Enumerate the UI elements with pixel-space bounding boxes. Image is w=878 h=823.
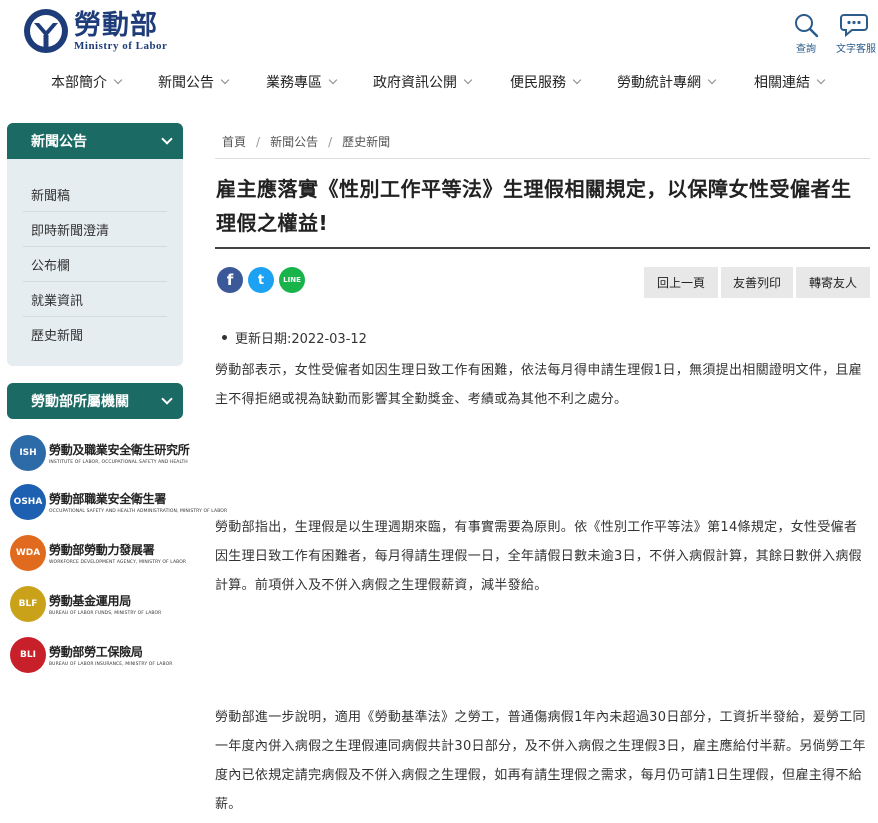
agency-link-wda[interactable]: WDA 勞動部勞動力發展署 WORKFORCE DEVELOPMENT AGEN… — [10, 534, 186, 572]
agency-name-en: INSTITUTE OF LABOR, OCCUPATIONAL SAFETY … — [49, 460, 188, 465]
nav-item-news[interactable]: 新聞公告 — [158, 72, 230, 92]
text-service-button[interactable]: 文字客服 — [834, 12, 878, 55]
chevron-down-icon — [113, 75, 123, 85]
twitter-icon: t — [257, 272, 265, 288]
chevron-down-icon — [816, 75, 826, 85]
agency-link-osha[interactable]: OSHA 勞動部職業安全衛生署 OCCUPATIONAL SAFETY AND … — [10, 483, 227, 521]
blf-logo-icon: BLF — [10, 586, 46, 622]
wda-logo-icon: WDA — [10, 535, 46, 571]
nav-item-gov-info[interactable]: 政府資訊公開 — [373, 72, 473, 92]
print-button[interactable]: 友善列印 — [721, 267, 793, 298]
logo-title-en: Ministry of Labor — [74, 39, 168, 52]
article-paragraph: 勞動部表示，女性受僱者如因生理日致工作有困難，依法每月得申請生理假1日，無須提出… — [215, 363, 862, 407]
agency-name: 勞動及職業安全衛生研究所 — [49, 443, 190, 457]
chevron-down-icon — [220, 75, 230, 85]
agency-link-ilosh[interactable]: ISH 勞動及職業安全衛生研究所 INSTITUTE OF LABOR, OCC… — [10, 434, 190, 472]
agency-name: 勞動部勞動力發展署 — [49, 543, 155, 557]
chevron-down-icon — [328, 75, 338, 85]
breadcrumb-separator: / — [328, 134, 333, 149]
update-date: 更新日期:2022-03-12 — [222, 328, 367, 347]
breadcrumb-history[interactable]: 歷史新聞 — [342, 133, 390, 150]
back-button[interactable]: 回上一頁 — [644, 267, 718, 298]
title-divider — [215, 247, 870, 249]
site-logo[interactable]: 勞動部 Ministry of Labor — [22, 6, 192, 56]
sidebar-agencies-menu: 勞動部所屬機關 — [7, 383, 183, 419]
line-icon: LINE — [283, 276, 301, 284]
agency-name: 勞動基金運用局 — [49, 594, 131, 608]
ilosh-logo-icon: ISH — [10, 435, 46, 471]
agency-link-bli[interactable]: BLI 勞動部勞工保險局 BUREAU OF LABOR INSURANCE, … — [10, 636, 182, 674]
agency-name-en: WORKFORCE DEVELOPMENT AGENCY, MINISTRY O… — [49, 560, 187, 565]
sidebar-item-employment[interactable]: 就業資訊 — [23, 282, 167, 317]
sidebar-item-history[interactable]: 歷史新聞 — [23, 317, 167, 352]
bli-logo-icon: BLI — [10, 637, 46, 673]
breadcrumb: 首頁 / 新聞公告 / 歷史新聞 — [222, 133, 390, 150]
chevron-down-icon — [161, 392, 173, 405]
agency-name-en: BUREAU OF LABOR INSURANCE, MINISTRY OF L… — [49, 662, 173, 667]
search-label: 查詢 — [796, 44, 816, 55]
search-button[interactable]: 查詢 — [786, 12, 826, 55]
breadcrumb-separator: / — [256, 134, 261, 149]
main-navigation: 本部簡介 新聞公告 業務專區 政府資訊公開 便民服務 勞動統計專網 相關連結 — [0, 72, 878, 100]
breadcrumb-news[interactable]: 新聞公告 — [270, 133, 318, 150]
nav-item-services[interactable]: 便民服務 — [510, 72, 582, 92]
logo-title-zh: 勞動部 — [74, 9, 158, 41]
nav-item-about[interactable]: 本部簡介 — [51, 72, 123, 92]
agency-name-en: OCCUPATIONAL SAFETY AND HEALTH ADMINISTR… — [49, 509, 228, 514]
article-paragraph: 勞動部指出，生理假是以生理週期來臨，有事實需要為原則。依《性別工作平等法》第14… — [215, 520, 862, 593]
twitter-share-button[interactable]: t — [248, 267, 274, 293]
chevron-down-icon — [463, 75, 473, 85]
agency-name: 勞動部職業安全衛生署 — [49, 492, 167, 506]
page-title: 雇主應落實《性別工作平等法》生理假相關規定，以保障女性受僱者生理假之權益! — [216, 177, 852, 235]
sidebar-news-header[interactable]: 新聞公告 — [7, 123, 183, 159]
search-icon — [795, 14, 819, 38]
chevron-down-icon — [572, 75, 582, 85]
agency-name: 勞動部勞工保險局 — [49, 645, 143, 659]
nav-item-links[interactable]: 相關連結 — [754, 72, 826, 92]
sidebar-item-bulletin[interactable]: 公布欄 — [23, 247, 167, 282]
sidebar-news-menu: 新聞公告 新聞稿 即時新聞澄清 公布欄 就業資訊 歷史新聞 — [7, 123, 183, 366]
chevron-down-icon — [161, 132, 173, 145]
sidebar-item-clarification[interactable]: 即時新聞澄清 — [23, 212, 167, 247]
sidebar-item-press-release[interactable]: 新聞稿 — [23, 177, 167, 212]
nav-item-business[interactable]: 業務專區 — [266, 72, 338, 92]
facebook-share-button[interactable]: f — [217, 267, 243, 293]
chevron-down-icon — [707, 75, 717, 85]
osha-logo-icon: OSHA — [10, 484, 46, 520]
facebook-icon: f — [226, 271, 234, 289]
agency-link-blf[interactable]: BLF 勞動基金運用局 BUREAU OF LABOR FUNDS, MINIS… — [10, 585, 182, 623]
line-share-button[interactable]: LINE — [279, 267, 305, 293]
breadcrumb-divider — [215, 158, 870, 159]
article-paragraph: 勞動部進一步說明，適用《勞動基準法》之勞工，普通傷病假1年內未超過30日部分，工… — [215, 710, 866, 812]
chat-bubble-icon — [840, 14, 868, 38]
forward-button[interactable]: 轉寄友人 — [796, 267, 870, 298]
bullet-icon — [222, 335, 227, 340]
agency-name-en: BUREAU OF LABOR FUNDS, MINISTRY OF LABOR — [49, 611, 162, 616]
ministry-emblem-icon — [24, 9, 68, 53]
breadcrumb-home[interactable]: 首頁 — [222, 133, 246, 150]
sidebar-agencies-header[interactable]: 勞動部所屬機關 — [7, 383, 183, 419]
text-service-label: 文字客服 — [836, 44, 876, 55]
nav-item-statistics[interactable]: 勞動統計專網 — [617, 72, 717, 92]
